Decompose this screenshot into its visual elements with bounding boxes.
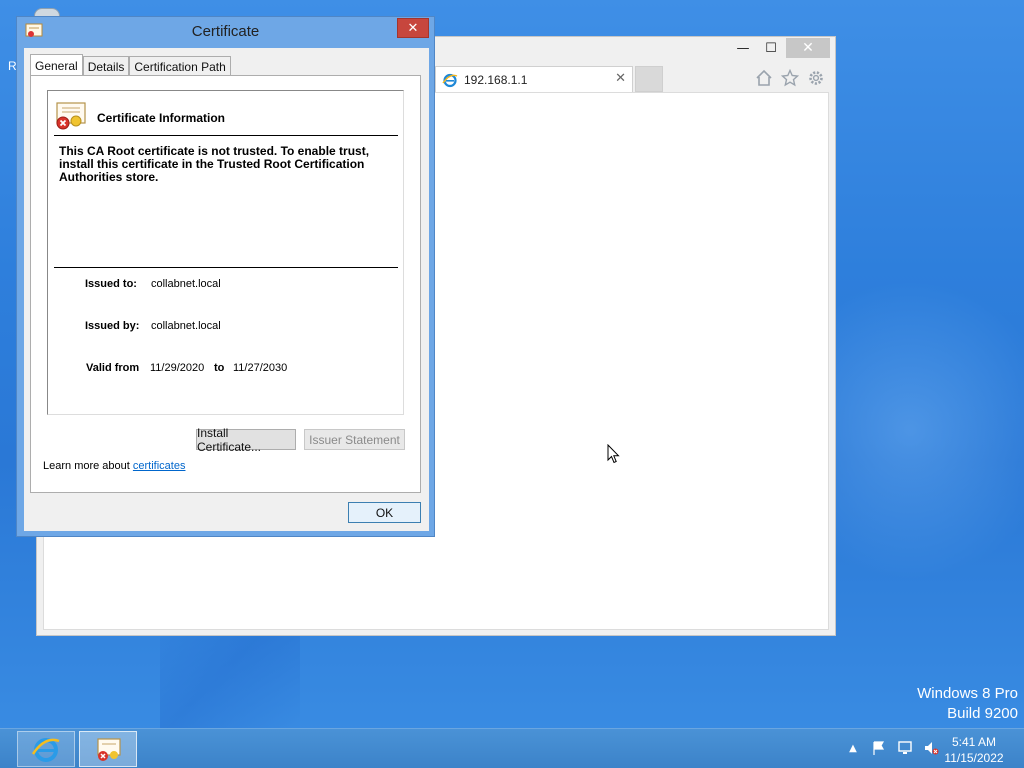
tab-title: 192.168.1.1	[464, 72, 528, 87]
learn-more-text: Learn more about certificates	[43, 460, 185, 472]
tab-strip: General Details Certification Path	[30, 54, 231, 76]
tab-close-icon[interactable]: ✕	[615, 71, 626, 86]
untrusted-certificate-icon	[56, 102, 86, 130]
issued-to-label: Issued to:	[85, 278, 137, 290]
certificate-info-box: Certificate Information This CA Root cer…	[47, 90, 404, 415]
ie-icon	[442, 73, 458, 87]
valid-to-label: to	[214, 362, 225, 374]
valid-to-value: 11/27/2030	[233, 362, 288, 374]
issued-by-row: Issued by: collabnet.local	[85, 320, 221, 332]
ok-button[interactable]: OK	[348, 502, 421, 523]
maximize-button[interactable]: ☐	[757, 38, 785, 58]
learn-more-prefix: Learn more about	[43, 460, 130, 472]
issued-to-value: collabnet.local	[151, 278, 221, 290]
issued-to-row: Issued to: collabnet.local	[85, 278, 221, 290]
taskbar-clock[interactable]: 5:41 AM 11/15/2022	[940, 734, 1008, 766]
certificate-icon	[97, 738, 121, 761]
certificate-info-heading: Certificate Information	[97, 111, 226, 125]
general-tab-panel: Certificate Information This CA Root cer…	[30, 75, 421, 493]
ie-icon	[31, 738, 60, 762]
show-hidden-icons-icon[interactable]: ▲	[844, 739, 862, 757]
new-tab-button[interactable]	[635, 66, 663, 92]
tab-general[interactable]: General	[30, 54, 83, 76]
install-certificate-button[interactable]: Install Certificate...	[196, 426, 296, 454]
dialog-title: Certificate	[191, 23, 260, 40]
divider	[54, 267, 398, 268]
minimize-button[interactable]: —	[729, 38, 757, 58]
issued-by-label: Issued by:	[85, 320, 140, 332]
browser-toolbar	[753, 67, 827, 89]
mouse-cursor-icon	[607, 444, 620, 464]
valid-from-value: 11/29/2020	[150, 362, 205, 374]
watermark-edition: Windows 8 Pro	[917, 685, 1018, 702]
star-icon[interactable]	[779, 67, 801, 89]
tab-details[interactable]: Details	[82, 56, 130, 76]
clock-date: 11/15/2022	[944, 751, 1004, 765]
trust-warning-text: This CA Root certificate is not trusted.…	[59, 144, 370, 184]
tab-certification-path[interactable]: Certification Path	[129, 56, 231, 76]
issued-by-value: collabnet.local	[151, 320, 221, 332]
taskbar-certificate-button[interactable]	[79, 731, 137, 767]
gear-icon[interactable]	[805, 67, 827, 89]
validity-row: Valid from 11/29/2020 to 11/27/2030	[86, 362, 346, 374]
issuer-statement-button: Issuer Statement	[304, 429, 405, 450]
network-icon[interactable]	[896, 739, 914, 757]
os-watermark: Windows 8 Pro Build 9200	[917, 684, 1018, 724]
certificate-dialog: Certificate ✕ General Details Certificat…	[16, 16, 435, 537]
certificates-link[interactable]: certificates	[133, 460, 186, 472]
dialog-body: General Details Certification Path Certi…	[24, 48, 429, 531]
system-tray: ▲	[844, 739, 940, 757]
taskbar-internet-explorer-button[interactable]	[17, 731, 75, 767]
action-center-flag-icon[interactable]	[870, 739, 888, 757]
volume-muted-icon[interactable]	[922, 739, 940, 757]
clock-time: 5:41 AM	[951, 735, 997, 749]
close-button[interactable]: ✕	[786, 38, 830, 58]
dialog-close-button[interactable]: ✕	[397, 18, 429, 38]
taskbar: ▲ 5:41 AM 11/15/2022	[0, 728, 1024, 768]
home-icon[interactable]	[753, 67, 775, 89]
divider	[54, 135, 398, 136]
watermark-build: Build 9200	[947, 705, 1018, 722]
dialog-titlebar[interactable]: Certificate ✕	[17, 17, 434, 47]
valid-from-label: Valid from	[86, 362, 140, 374]
browser-tab[interactable]: 192.168.1.1 ✕	[435, 66, 633, 92]
